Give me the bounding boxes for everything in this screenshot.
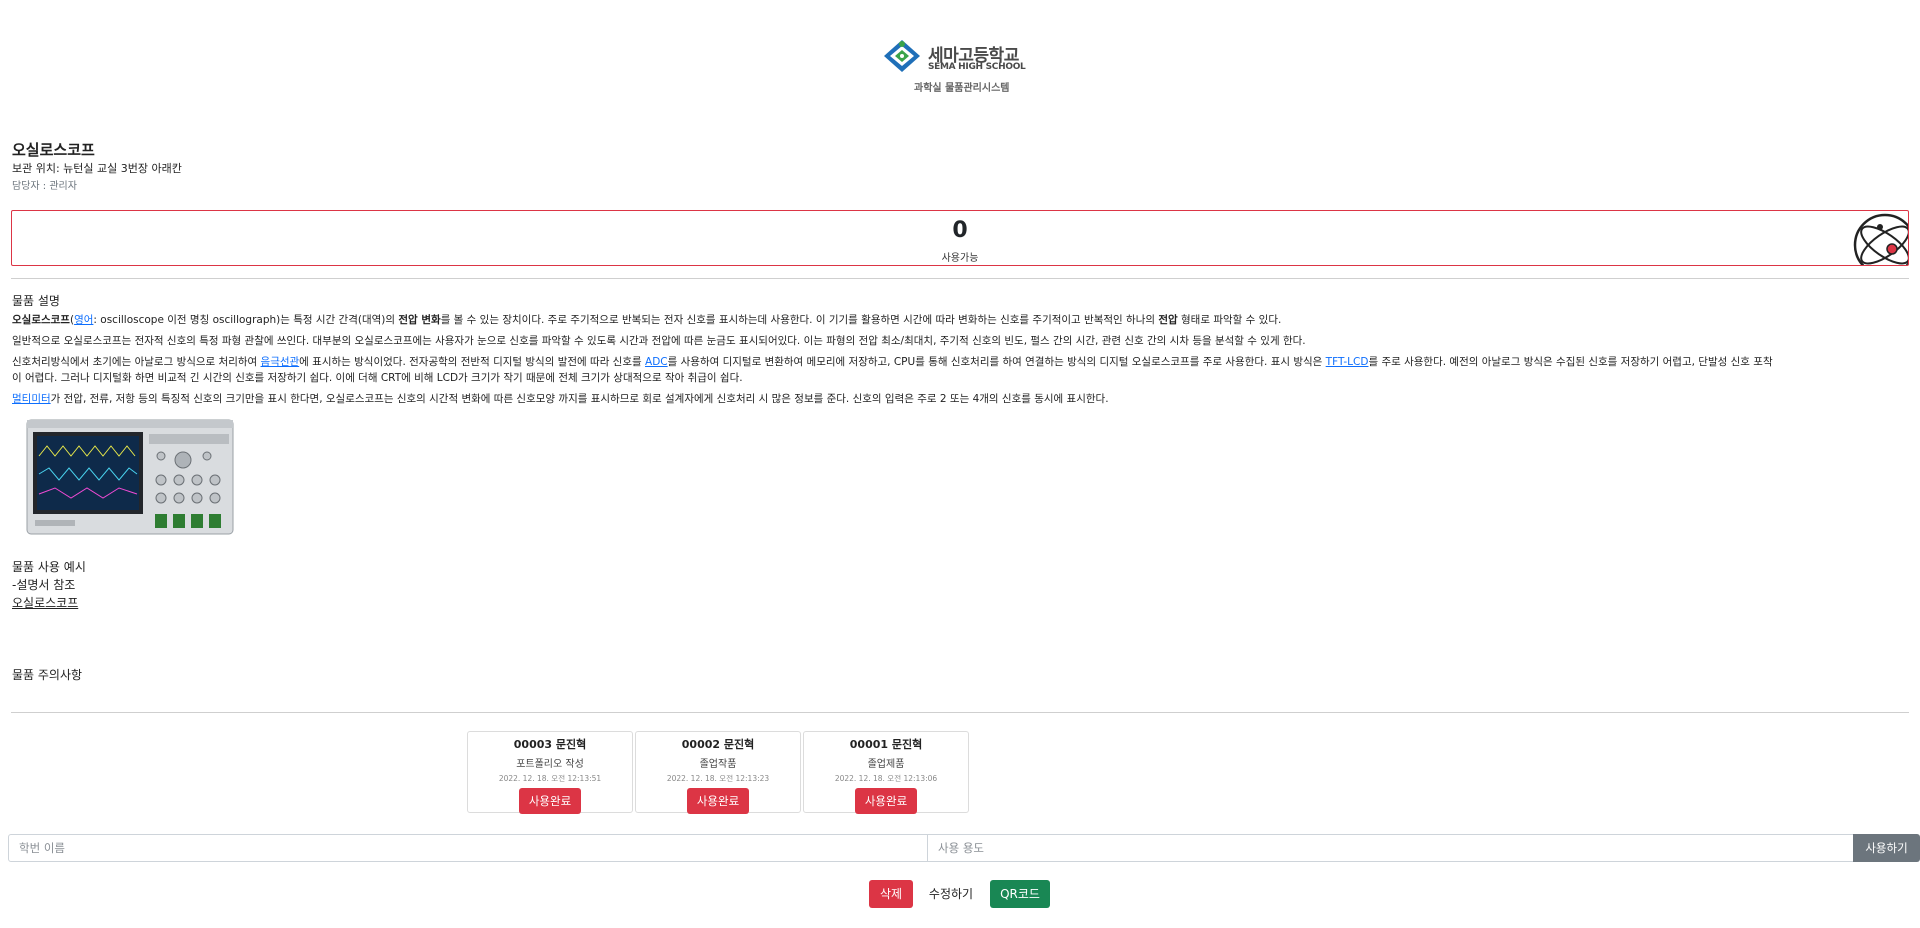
history-card-time: 2022. 12. 18. 오전 12:13:23 — [666, 774, 770, 783]
caution-title: 물품 주의사항 — [12, 668, 83, 682]
english-link[interactable]: 영어 — [74, 314, 93, 326]
school-name-en: SEMA HIGH SCHOOL — [928, 62, 1026, 72]
item-manager: 담당자 : 관리자 — [12, 181, 77, 192]
description-paragraph-1: 오실로스코프(영어: oscilloscope 이전 명칭 oscillogra… — [12, 314, 1282, 326]
logo-emblem-icon — [884, 40, 920, 72]
history-card: 00003 문진혁 포트폴리오 작성 2022. 12. 18. 오전 12:1… — [467, 731, 633, 814]
purpose-input[interactable] — [927, 834, 1854, 862]
oscilloscope-image — [26, 419, 234, 535]
available-count: 0 — [952, 218, 968, 243]
delete-button[interactable]: 삭제 — [869, 880, 913, 908]
use-button[interactable]: 사용하기 — [1853, 834, 1920, 862]
edit-button[interactable]: 수정하기 — [920, 880, 982, 908]
crt-link[interactable]: 음극선관 — [261, 356, 300, 368]
multimeter-link[interactable]: 멀티미터 — [12, 393, 51, 405]
history-card-purpose: 졸업제품 — [867, 759, 905, 770]
availability-box: 0 사용가능 — [11, 210, 1909, 266]
system-subtitle: 과학실 물품관리시스템 — [914, 83, 1010, 94]
usage-title: 물품 사용 예시 — [12, 560, 86, 574]
description-paragraph-4: 멀티미터가 전압, 전류, 저항 등의 특징적 신호의 크기만을 표시 한다면,… — [12, 393, 1109, 405]
complete-button[interactable]: 사용완료 — [854, 788, 918, 814]
description-paragraph-3-cont: 이 어렵다. 그러나 디지털화 하면 비교적 긴 시간의 신호를 저장하기 쉽다… — [12, 372, 743, 384]
history-card-header: 00003 문진혁 — [513, 738, 587, 751]
history-card-time: 2022. 12. 18. 오전 12:13:51 — [498, 774, 602, 783]
divider — [11, 278, 1909, 279]
usage-form: 사용하기 — [8, 834, 1920, 862]
complete-button[interactable]: 사용완료 — [518, 788, 582, 814]
item-title: 오실로스코프 — [12, 141, 95, 159]
atom-icon — [1853, 213, 1908, 265]
history-card-time: 2022. 12. 18. 오전 12:13:06 — [834, 774, 938, 783]
history-card: 00001 문진혁 졸업제품 2022. 12. 18. 오전 12:13:06… — [803, 731, 969, 814]
history-card-header: 00001 문진혁 — [849, 738, 923, 751]
description-term: 오실로스코프 — [12, 314, 70, 326]
usage-note: -설명서 참조 — [12, 578, 76, 592]
available-label: 사용가능 — [941, 253, 979, 264]
description-paragraph-3: 신호처리방식에서 초기에는 아날로그 방식으로 처리하여 음극선관에 표시하는 … — [12, 356, 1773, 368]
qr-code-button[interactable]: QR코드 — [990, 880, 1050, 908]
history-card-purpose: 포트폴리오 작성 — [516, 759, 584, 770]
complete-button[interactable]: 사용완료 — [686, 788, 750, 814]
history-card-header: 00002 문진혁 — [681, 738, 755, 751]
item-location: 보관 위치: 뉴턴실 교실 3번장 아래칸 — [12, 162, 182, 175]
manual-link[interactable]: 오실로스코프 — [12, 594, 78, 611]
adc-link[interactable]: ADC — [645, 356, 668, 368]
student-name-input[interactable] — [8, 834, 928, 862]
school-logo[interactable]: 세마고등학교 SEMA HIGH SCHOOL 과학실 물품관리시스템 — [880, 38, 1060, 94]
history-card-purpose: 졸업작품 — [699, 759, 737, 770]
tft-lcd-link[interactable]: TFT-LCD — [1326, 356, 1369, 368]
description-paragraph-2: 일반적으로 오실로스코프는 전자적 신호의 특정 파형 관찰에 쓰인다. 대부분… — [12, 335, 1306, 347]
description-title: 물품 설명 — [12, 294, 60, 308]
divider — [11, 712, 1909, 713]
history-card: 00002 문진혁 졸업작품 2022. 12. 18. 오전 12:13:23… — [635, 731, 801, 814]
